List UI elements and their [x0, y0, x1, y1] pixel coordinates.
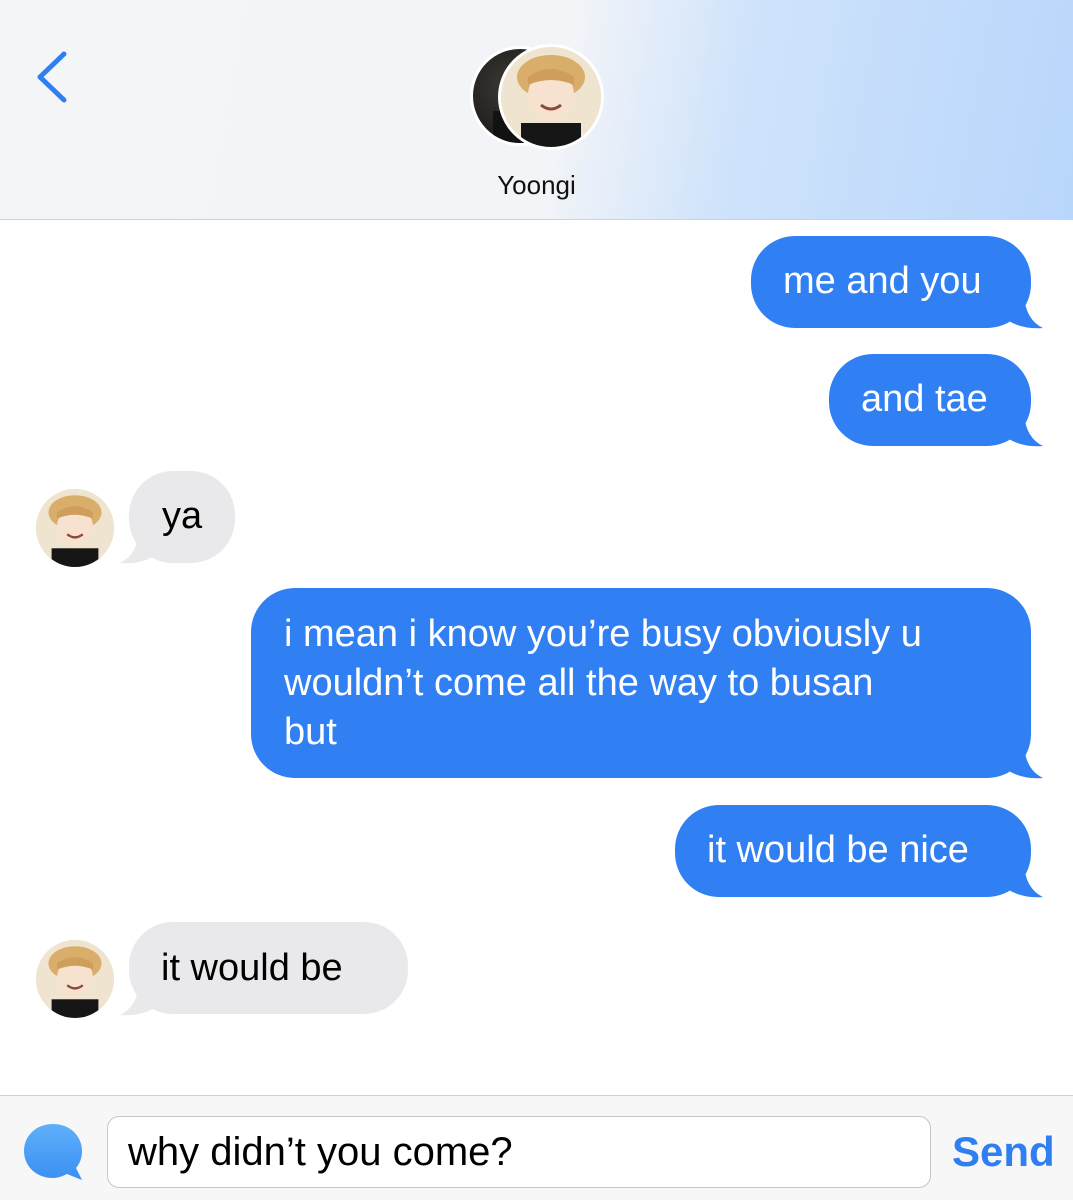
- bubble-tail: [1002, 746, 1043, 779]
- message-text: me and you: [783, 260, 982, 302]
- message-text: it would be: [161, 947, 343, 989]
- sent-message-bubble[interactable]: it would be nice: [675, 805, 1031, 897]
- bubble-tail: [1002, 296, 1043, 329]
- message-text: it would be nice: [707, 829, 969, 871]
- sent-message-bubble[interactable]: me and you: [751, 236, 1031, 328]
- sent-message-bubble[interactable]: i mean i know you’re busy obviously u wo…: [251, 588, 1031, 778]
- messages-screen: Yoongi me and you and tae ya i mean i kn…: [0, 0, 1073, 1200]
- message-text: but: [284, 711, 337, 753]
- bubble-tail: [1002, 865, 1043, 898]
- conversation-header: Yoongi: [0, 0, 1073, 220]
- chevron-left-icon[interactable]: [28, 46, 78, 108]
- avatar[interactable]: [36, 489, 114, 567]
- send-button[interactable]: Send: [952, 1128, 1055, 1176]
- group-avatar[interactable]: [470, 44, 606, 154]
- sent-message-bubble[interactable]: and tae: [829, 354, 1031, 446]
- speech-bubble-icon[interactable]: [22, 1122, 84, 1182]
- message-input[interactable]: why didn’t you come?: [107, 1116, 931, 1188]
- received-message-bubble[interactable]: ya: [129, 471, 235, 563]
- avatar[interactable]: [36, 940, 114, 1018]
- bubble-tail: [1002, 414, 1043, 447]
- contact-name[interactable]: Yoongi: [0, 170, 1073, 201]
- message-text: and tae: [861, 378, 988, 420]
- message-text: ya: [162, 495, 203, 537]
- received-message-bubble[interactable]: it would be: [129, 922, 408, 1014]
- avatar: [498, 44, 604, 150]
- message-text: wouldn’t come all the way to busan: [284, 662, 874, 704]
- message-text: i mean i know you’re busy obviously u: [284, 613, 922, 655]
